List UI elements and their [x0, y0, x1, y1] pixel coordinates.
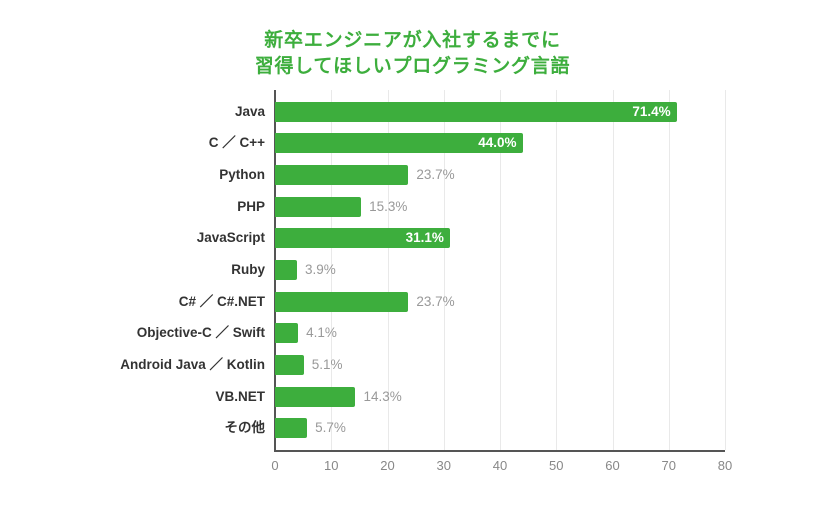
bar: [275, 165, 408, 185]
bar: [275, 292, 408, 312]
x-tick: 40: [493, 458, 507, 473]
category-label: C ／ C++: [15, 133, 265, 153]
value-label: 44.0%: [478, 133, 516, 153]
bar: 31.1%: [275, 228, 450, 248]
category-label: Objective-C ／ Swift: [15, 323, 265, 343]
x-tick: 70: [662, 458, 676, 473]
category-label: Java: [15, 102, 265, 122]
bar-row: Ruby3.9%: [275, 260, 725, 280]
bar: [275, 323, 298, 343]
value-label: 23.7%: [416, 165, 454, 185]
x-tick: 30: [437, 458, 451, 473]
bars: Java71.4% C ／ C++44.0% Python23.7% PHP15.3%…: [275, 90, 725, 450]
value-label: 31.1%: [406, 228, 444, 248]
bar: 71.4%: [275, 102, 677, 122]
value-label: 15.3%: [369, 197, 407, 217]
bar-row: C ／ C++44.0%: [275, 133, 725, 153]
value-label: 5.1%: [312, 355, 343, 375]
bar-row: Java71.4%: [275, 102, 725, 122]
category-label: C# ／ C#.NET: [15, 292, 265, 312]
x-tick: 20: [380, 458, 394, 473]
x-tick: 10: [324, 458, 338, 473]
bar-row: Python23.7%: [275, 165, 725, 185]
category-label: Ruby: [15, 260, 265, 280]
bar: [275, 418, 307, 438]
bar-row: JavaScript31.1%: [275, 228, 725, 248]
bar-row: C# ／ C#.NET23.7%: [275, 292, 725, 312]
x-axis: [275, 450, 725, 452]
x-tick: 50: [549, 458, 563, 473]
bar: [275, 387, 355, 407]
plot-area: Java71.4% C ／ C++44.0% Python23.7% PHP15.3%…: [275, 90, 725, 450]
category-label: PHP: [15, 197, 265, 217]
chart-container: 新卒エンジニアが入社するまでに 習得してほしいプログラミング言語 Java71.…: [0, 0, 825, 510]
x-tick: 60: [605, 458, 619, 473]
category-label: その他: [15, 418, 265, 438]
bar: [275, 355, 304, 375]
title-line-1: 新卒エンジニアが入社するまでに: [264, 30, 560, 51]
bar: [275, 260, 297, 280]
category-label: Python: [15, 165, 265, 185]
grid-line: [725, 90, 726, 450]
category-label: VB.NET: [15, 387, 265, 407]
bar-row: VB.NET14.3%: [275, 387, 725, 407]
value-label: 4.1%: [306, 323, 337, 343]
value-label: 3.9%: [305, 260, 336, 280]
bar: 44.0%: [275, 133, 523, 153]
value-label: 14.3%: [363, 387, 401, 407]
x-ticks: 01020304050607080: [275, 458, 725, 478]
bar-row: PHP15.3%: [275, 197, 725, 217]
bar: [275, 197, 361, 217]
category-label: Android Java ／ Kotlin: [15, 355, 265, 375]
title-line-2: 習得してほしいプログラミング言語: [255, 56, 571, 77]
x-tick: 80: [718, 458, 732, 473]
bar-row: Android Java ／ Kotlin5.1%: [275, 355, 725, 375]
value-label: 23.7%: [416, 292, 454, 312]
bar-row: Objective-C ／ Swift4.1%: [275, 323, 725, 343]
chart-title: 新卒エンジニアが入社するまでに 習得してほしいプログラミング言語: [0, 28, 825, 79]
category-label: JavaScript: [15, 228, 265, 248]
x-tick: 0: [271, 458, 278, 473]
bar-row: その他5.7%: [275, 418, 725, 438]
value-label: 5.7%: [315, 418, 346, 438]
value-label: 71.4%: [632, 102, 670, 122]
